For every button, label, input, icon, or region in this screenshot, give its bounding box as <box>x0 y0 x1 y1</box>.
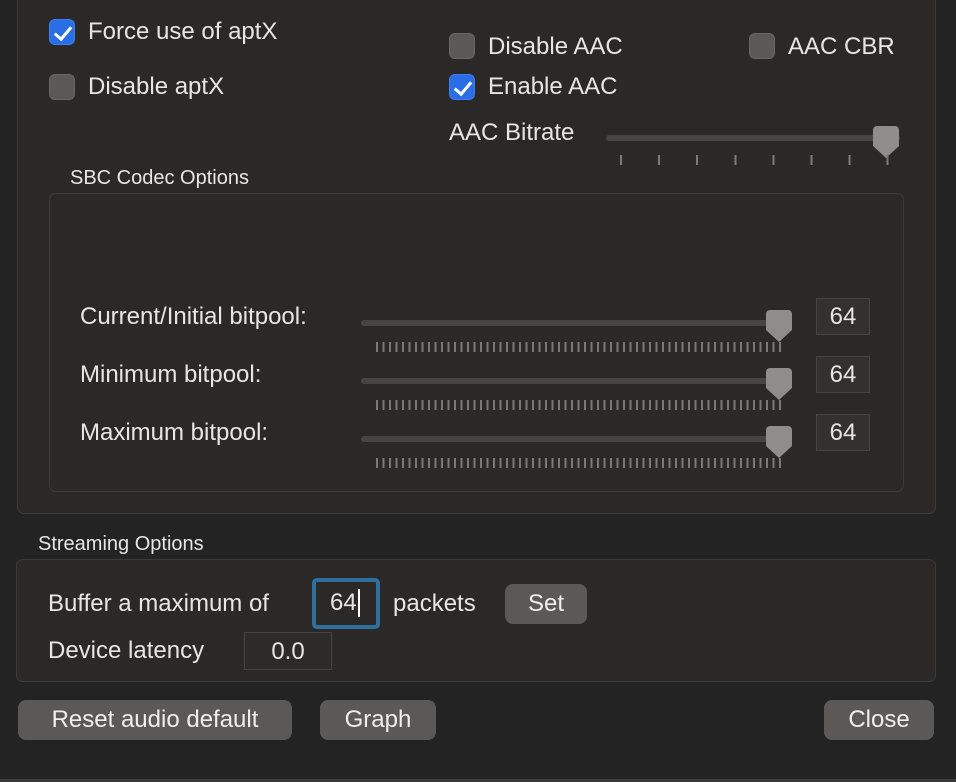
disable-aptx-checkbox[interactable] <box>49 74 75 100</box>
minimum-bitpool-slider[interactable] <box>361 378 791 384</box>
minimum-bitpool-field[interactable]: 64 <box>816 356 870 393</box>
streaming-section-title: Streaming Options <box>38 533 204 555</box>
force-aptx-label: Force use of aptX <box>88 18 278 45</box>
enable-aac-label: Enable AAC <box>488 73 618 100</box>
enable-aac-checkbox[interactable] <box>449 74 475 100</box>
buffer-suffix-label: packets <box>393 590 476 617</box>
minimum-bitpool-label: Minimum bitpool: <box>80 361 262 388</box>
reset-audio-default-button[interactable]: Reset audio default <box>18 700 292 740</box>
force-aptx-checkbox[interactable] <box>49 19 75 45</box>
disable-aac-checkbox[interactable] <box>449 33 475 59</box>
aac-bitrate-thumb[interactable] <box>873 126 899 158</box>
maximum-bitpool-label: Maximum bitpool: <box>80 419 269 446</box>
buffer-packets-input[interactable]: 64 <box>312 578 380 629</box>
aac-bitrate-ticks <box>620 155 890 165</box>
current-bitpool-field[interactable]: 64 <box>816 298 870 335</box>
buffer-prefix-label: Buffer a maximum of <box>48 590 269 617</box>
maximum-bitpool-ticks <box>376 458 783 468</box>
aac-cbr-checkbox[interactable] <box>749 33 775 59</box>
aac-bitrate-label: AAC Bitrate <box>449 119 575 146</box>
maximum-bitpool-slider[interactable] <box>361 436 791 442</box>
current-bitpool-ticks <box>376 342 783 352</box>
aac-bitrate-slider[interactable] <box>606 135 900 141</box>
sbc-section-title: SBC Codec Options <box>70 167 249 189</box>
close-button[interactable]: Close <box>824 700 934 740</box>
minimum-bitpool-thumb[interactable] <box>766 368 792 400</box>
device-latency-label: Device latency <box>48 637 205 664</box>
device-latency-field[interactable]: 0.0 <box>244 632 332 670</box>
disable-aac-label: Disable AAC <box>488 33 623 60</box>
graph-button[interactable]: Graph <box>320 700 436 740</box>
current-bitpool-thumb[interactable] <box>766 310 792 342</box>
current-bitpool-label: Current/Initial bitpool: <box>80 303 307 330</box>
disable-aptx-label: Disable aptX <box>88 73 225 100</box>
minimum-bitpool-ticks <box>376 400 783 410</box>
maximum-bitpool-thumb[interactable] <box>766 426 792 458</box>
buffer-packets-value: 64 <box>330 589 360 617</box>
maximum-bitpool-field[interactable]: 64 <box>816 414 870 451</box>
set-button[interactable]: Set <box>505 584 587 624</box>
aac-cbr-label: AAC CBR <box>788 33 895 60</box>
current-bitpool-slider[interactable] <box>361 320 791 326</box>
